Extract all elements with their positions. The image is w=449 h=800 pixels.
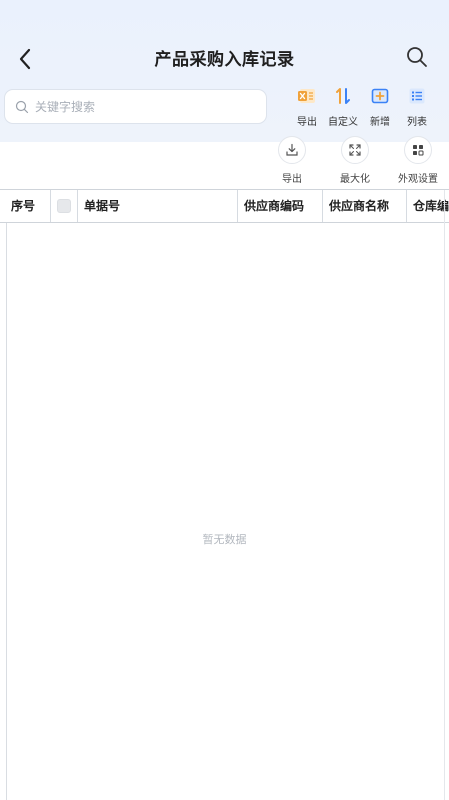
excel-export-icon xyxy=(298,89,315,103)
list-tool-button[interactable]: 列表 xyxy=(398,85,436,131)
tool-label: 自定义 xyxy=(328,117,358,128)
export-tool-button[interactable]: 导出 xyxy=(288,85,326,131)
tool-label: 新增 xyxy=(370,117,390,128)
search-button[interactable] xyxy=(400,40,434,74)
tool-label: 列表 xyxy=(407,117,427,128)
column-header-supplier-name[interactable]: 供应商名称 xyxy=(323,190,407,222)
customize-tool-button[interactable]: 自定义 xyxy=(324,85,362,131)
column-header-warehouse[interactable]: 仓库编 xyxy=(407,190,449,222)
column-header-document-no[interactable]: 单据号 xyxy=(78,190,238,222)
action-row: 导出 最大化 外观设置 xyxy=(270,136,449,185)
column-header-select[interactable] xyxy=(51,190,78,222)
appearance-settings-button[interactable]: 外观设置 xyxy=(388,136,448,185)
search-icon xyxy=(15,100,29,113)
action-label: 导出 xyxy=(282,174,302,185)
list-icon xyxy=(409,88,425,104)
sort-arrows-icon xyxy=(336,88,350,104)
column-header-index[interactable]: 序号 xyxy=(0,190,51,222)
add-tool-button[interactable]: 新增 xyxy=(361,85,399,131)
table-scrollbar-track[interactable] xyxy=(444,190,445,800)
table-header: 序号 单据号 供应商编码 供应商名称 仓库编 xyxy=(0,189,449,223)
empty-state-text: 暂无数据 xyxy=(202,533,247,546)
page-title: 产品采购入库记录 xyxy=(154,50,295,70)
toolbar: 导出 自定义 新增 列表 xyxy=(288,85,448,131)
download-icon xyxy=(286,143,298,156)
tool-label: 导出 xyxy=(297,117,317,128)
action-label: 外观设置 xyxy=(398,174,438,185)
select-all-checkbox[interactable] xyxy=(57,199,71,213)
column-header-supplier-code[interactable]: 供应商编码 xyxy=(238,190,323,222)
nav-bar: 产品采购入库记录 xyxy=(0,36,449,80)
export-button[interactable]: 导出 xyxy=(262,136,322,185)
maximize-button[interactable]: 最大化 xyxy=(325,136,385,185)
add-box-icon xyxy=(371,88,389,104)
search-field[interactable] xyxy=(4,89,267,124)
grid-settings-icon xyxy=(413,145,424,156)
action-label: 最大化 xyxy=(340,174,370,185)
maximize-icon xyxy=(349,144,361,156)
search-input[interactable] xyxy=(35,99,245,114)
table-left-border xyxy=(6,223,7,800)
search-icon xyxy=(407,47,427,67)
